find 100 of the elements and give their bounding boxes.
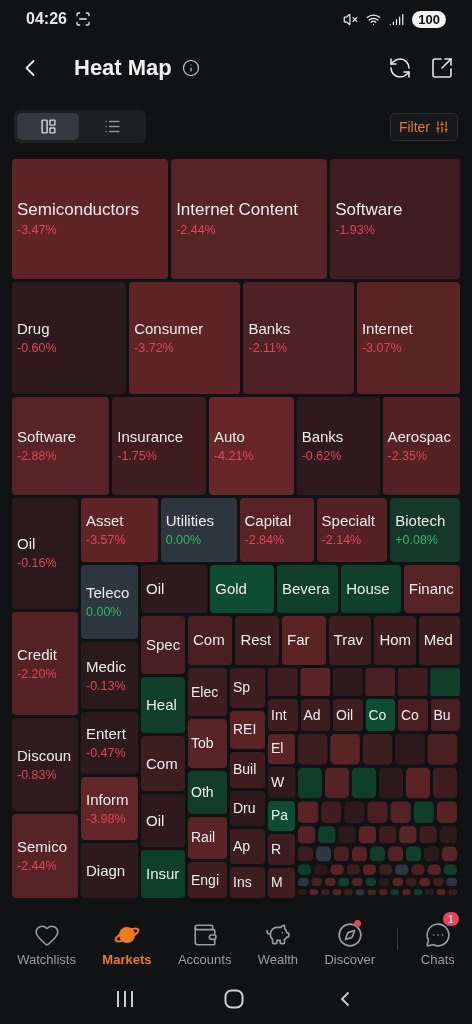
industry-tile[interactable]: Teleco 0.00%	[81, 565, 138, 640]
status-time: 04:26	[26, 10, 67, 28]
industry-tile[interactable]: Rest	[235, 616, 279, 665]
industry-tile[interactable]: Hom	[374, 616, 416, 665]
percent-change: 0.00%	[165, 532, 202, 548]
industry-tile[interactable]: Co	[365, 699, 395, 731]
industry-tile[interactable]: Banks -2.11%	[243, 281, 354, 395]
industry-tile[interactable]: Drug -0.60%	[12, 281, 127, 395]
percent-change: -2.20%	[17, 666, 57, 682]
industry-tile[interactable]: Bu	[430, 699, 460, 731]
industry-tile[interactable]: Ad	[300, 699, 330, 731]
filter-button[interactable]: Filter	[389, 112, 458, 141]
industry-tile[interactable]: Medic -0.13%	[81, 642, 138, 710]
percent-change: -2.11%	[248, 340, 288, 356]
view-tab[interactable]	[17, 113, 79, 140]
industry-tile[interactable]: Semiconductors -3.47%	[12, 159, 169, 279]
industry-tile[interactable]: Oth	[188, 770, 227, 814]
chat-bubble-icon	[424, 921, 451, 948]
industry-tile[interactable]: Oil	[141, 794, 185, 848]
percent-change: -2.44%	[176, 223, 216, 238]
industry-tile[interactable]: Specialt -2.14%	[316, 497, 388, 563]
industry-tile[interactable]: Banks -0.62%	[296, 397, 380, 495]
nav-tab[interactable]: Markets	[98, 911, 156, 967]
industry-tile[interactable]: Semico -2.44%	[12, 814, 78, 898]
industry-tile[interactable]: Rail	[188, 816, 227, 859]
industry-tile[interactable]: Consumer -3.72%	[129, 281, 241, 395]
industry-tile[interactable]: Com	[188, 616, 233, 665]
industry-tile[interactable]: Heal	[141, 677, 185, 734]
industry-tile[interactable]: Asset -3.57%	[81, 497, 158, 563]
percent-change: 0.00%	[86, 605, 122, 621]
industry-tile[interactable]: Inform -3.98%	[81, 777, 138, 841]
percent-change: -0.16%	[17, 556, 57, 572]
industry-tile[interactable]: Elec	[188, 667, 227, 717]
industry-tile[interactable]: Pa	[268, 800, 295, 832]
nav-tab[interactable]: Discover	[320, 911, 379, 967]
industry-tile[interactable]: Engi	[188, 861, 227, 898]
industry-tile[interactable]: Aerospac -2.35%	[382, 397, 460, 495]
industry-tile[interactable]: Oil	[141, 565, 208, 614]
industry-tile[interactable]: Insur	[141, 850, 185, 898]
industry-tile[interactable]: Diagn	[81, 843, 138, 898]
industry-tile[interactable]: Software -2.88%	[12, 397, 110, 495]
industry-tile[interactable]: Internet Content -2.44%	[171, 159, 328, 279]
mute-icon	[343, 11, 359, 27]
share-icon	[430, 56, 454, 80]
battery-level: 100	[412, 10, 446, 28]
nav-tab[interactable]: Accounts	[173, 911, 236, 967]
industry-tile[interactable]: Gold	[210, 565, 274, 614]
percent-change: -0.47%	[86, 746, 126, 762]
industry-tile[interactable]: Discoun -0.83%	[12, 718, 78, 812]
industry-tile[interactable]: El	[268, 733, 295, 765]
industry-tile[interactable]: Utilities 0.00%	[160, 497, 237, 563]
wallet-icon	[191, 921, 218, 948]
industry-tile[interactable]: REI	[230, 710, 265, 749]
percent-change: -3.47%	[17, 223, 57, 238]
percent-change: -2.44%	[17, 859, 57, 875]
screenshot-icon	[74, 11, 91, 27]
industry-tile[interactable]: Software -1.93%	[330, 159, 460, 279]
nav-tab[interactable]: Chats 1	[416, 911, 459, 967]
industry-tile[interactable]: Co	[398, 699, 428, 731]
industry-tile[interactable]: Credit -2.20%	[12, 611, 78, 716]
industry-tile[interactable]: Sp	[230, 667, 265, 708]
industry-tile[interactable]: Dru	[230, 790, 265, 827]
industry-tile[interactable]: Int	[268, 699, 298, 731]
info-icon[interactable]	[181, 59, 200, 77]
industry-tile[interactable]: W	[268, 767, 295, 798]
industry-tile[interactable]: Oil -0.16%	[12, 497, 78, 609]
industry-tile[interactable]: Spec	[141, 616, 185, 675]
percent-change: -0.62%	[301, 448, 342, 464]
percent-change: -2.84%	[244, 532, 285, 548]
percent-change: -0.13%	[86, 678, 126, 694]
industry-tile[interactable]: Med	[418, 616, 460, 665]
industry-tile[interactable]: Trav	[328, 616, 372, 665]
industry-tile[interactable]: Insurance -1.75%	[112, 397, 206, 495]
industry-tile[interactable]: Far	[282, 616, 326, 665]
percent-change: -3.07%	[361, 340, 402, 356]
industry-tile[interactable]: Oil	[333, 699, 363, 731]
nav-tab[interactable]: Watchlists	[13, 911, 80, 967]
unread-badge: 1	[442, 911, 459, 926]
industry-tile[interactable]: Buil	[230, 751, 265, 788]
recent-apps-icon[interactable]	[114, 990, 135, 1008]
industry-tile[interactable]: Entert -0.47%	[81, 712, 138, 775]
industry-tile[interactable]: Com	[141, 736, 185, 792]
industry-tile[interactable]: Capital -2.84%	[239, 497, 314, 563]
industry-tile[interactable]: R	[268, 834, 295, 865]
industry-tile[interactable]: House	[341, 565, 401, 614]
industry-tile[interactable]: Ap	[230, 829, 265, 865]
industry-tile[interactable]: Internet -3.07%	[356, 281, 460, 395]
industry-tile[interactable]: Bevera	[277, 565, 339, 614]
sliders-icon	[435, 119, 449, 134]
nav-tab[interactable]: Wealth	[253, 911, 303, 967]
industry-tile[interactable]: Auto -4.21%	[208, 397, 294, 495]
home-icon[interactable]	[224, 989, 244, 1009]
page-title: Heat Map	[74, 55, 172, 81]
percent-change: -1.75%	[117, 448, 157, 464]
industry-tile[interactable]: Ins	[230, 867, 265, 898]
industry-tile[interactable]: Financ	[403, 565, 460, 614]
industry-tile[interactable]: Biotech +0.08%	[390, 497, 460, 563]
industry-tile[interactable]: M	[268, 867, 295, 898]
industry-tile[interactable]: Tob	[188, 719, 227, 768]
grid-view-icon	[39, 118, 57, 135]
